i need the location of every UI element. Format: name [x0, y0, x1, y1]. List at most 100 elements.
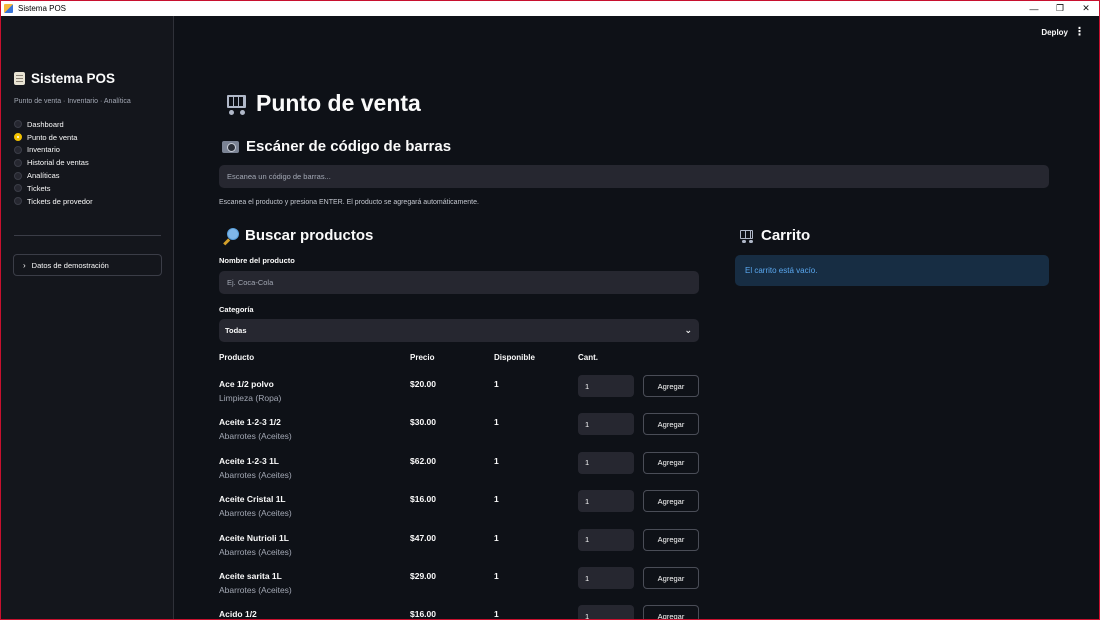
add-button[interactable]: Agregar — [643, 605, 699, 619]
nav-radio-label: Tickets de provedor — [27, 196, 93, 206]
col-header-qty: Cant. — [578, 353, 598, 362]
product-name-input[interactable]: Ej. Coca-Cola — [219, 271, 699, 294]
sidebar-title-text: Sistema POS — [31, 71, 116, 86]
quantity-input[interactable]: 1 — [578, 413, 634, 436]
nav-radio-label: Inventario — [27, 145, 60, 155]
nav-radio-label: Punto de venta — [27, 132, 78, 142]
table-row: Acido 1/2 $16.00 1 1 Agregar — [219, 605, 699, 620]
restore-icon[interactable]: ❐ — [1047, 1, 1073, 16]
app-window: Sistema POS — ❐ ✕ Sistema POS Punto de v… — [0, 0, 1100, 620]
table-row: Aceite 1-2-3 1L Abarrotes (Aceites) $62.00… — [219, 451, 699, 490]
scroll-icon — [14, 72, 25, 85]
sidebar: Sistema POS Punto de venta · Inventario … — [1, 16, 174, 619]
page-title: Punto de venta — [222, 90, 421, 117]
quantity-input[interactable]: 1 — [578, 490, 634, 513]
radio-button-icon[interactable] — [14, 133, 22, 142]
quantity-input[interactable]: 1 — [578, 528, 634, 551]
product-price: $29.00 — [410, 571, 436, 581]
table-row: Aceite 1-2-3 1/2 Abarrotes (Aceites) $30.0… — [219, 413, 699, 451]
nav-radio-punto-de-venta[interactable]: Punto de venta — [14, 131, 93, 144]
radio-button-icon[interactable] — [14, 197, 22, 206]
product-price: $16.00 — [410, 494, 436, 505]
sidebar-subtitle: Punto de venta · Inventario · Analítica — [14, 98, 131, 105]
window-title: Sistema POS — [18, 4, 67, 13]
nav-radio-label: Analíticas — [27, 171, 60, 181]
nav-radio-tickets-de-provedor[interactable]: Tickets de provedor — [14, 195, 93, 208]
table-row: Aceite Cristal 1L Abarrotes (Aceites) $16.… — [219, 490, 699, 528]
chevron-down-icon: ⌄ — [684, 325, 692, 335]
radio-button-icon[interactable] — [14, 184, 22, 193]
add-button[interactable]: Agregar — [643, 451, 699, 474]
app-icon — [4, 4, 13, 13]
demo-data-expander[interactable]: › Datos de demostración — [13, 254, 162, 276]
barcode-input[interactable]: Escanea un código de barras... — [219, 165, 1049, 188]
radio-button-icon[interactable] — [14, 145, 22, 154]
page-title-text: Punto de venta — [256, 90, 421, 116]
product-name: Ace 1/2 polvo — [219, 379, 274, 389]
nav-radio-label: Tickets — [27, 183, 51, 193]
product-available: 1 — [494, 494, 499, 505]
table-row: Aceite Nutrioli 1L Abarrotes (Aceites) $47… — [219, 528, 699, 567]
product-name: Aceite 1-2-3 1/2 — [219, 417, 281, 428]
product-price: $20.00 — [410, 379, 436, 389]
product-name: Aceite Nutrioli 1L — [219, 532, 289, 543]
cart-icon — [737, 228, 754, 244]
product-name-label: Nombre del producto — [219, 256, 295, 265]
radio-button-icon[interactable] — [14, 120, 22, 129]
cart-heading: Carrito — [737, 227, 810, 244]
product-category: Abarrotes (Aceites) — [219, 508, 292, 519]
camera-icon — [222, 140, 239, 153]
nav-radio-anal-ticas[interactable]: Analíticas — [14, 169, 93, 182]
product-category: Abarrotes (Aceites) — [219, 469, 292, 480]
add-button[interactable]: Agregar — [643, 567, 699, 589]
nav-radio-tickets[interactable]: Tickets — [14, 182, 93, 195]
product-available: 1 — [494, 609, 499, 620]
quantity-input[interactable]: 1 — [578, 567, 634, 589]
quantity-input[interactable]: 1 — [578, 451, 634, 474]
product-name: Aceite sarita 1L — [219, 571, 282, 581]
category-selected-value: Todas — [225, 326, 247, 335]
product-price: $47.00 — [410, 532, 436, 543]
product-name: Aceite 1-2-3 1L — [219, 455, 279, 466]
empty-cart-alert: El carrito está vacío. — [735, 255, 1049, 286]
add-button[interactable]: Agregar — [643, 528, 699, 551]
table-row: Aceite sarita 1L Abarrotes (Aceites) $29.0… — [219, 567, 699, 605]
sidebar-title: Sistema POS — [14, 71, 115, 86]
scanner-heading-text: Escáner de código de barras — [246, 138, 452, 155]
nav-radio-historial-de-ventas[interactable]: Historial de ventas — [14, 156, 93, 169]
search-heading: Buscar productos — [222, 227, 373, 244]
category-select[interactable]: Todas ⌄ — [219, 319, 699, 342]
deploy-button[interactable]: Deploy — [1041, 28, 1068, 37]
product-available: 1 — [494, 532, 499, 543]
close-icon[interactable]: ✕ — [1073, 1, 1099, 16]
radio-button-icon[interactable] — [14, 171, 22, 180]
radio-button-icon[interactable] — [14, 158, 22, 167]
magnifier-icon — [222, 227, 239, 244]
search-heading-text: Buscar productos — [245, 227, 374, 244]
nav-radio-label: Historial de ventas — [27, 158, 89, 168]
quantity-input[interactable]: 1 — [578, 605, 634, 619]
minimize-icon[interactable]: — — [1021, 1, 1047, 16]
quantity-input[interactable]: 1 — [578, 375, 634, 397]
table-row: Ace 1/2 polvo Limpieza (Ropa) $20.00 1 1 Agre… — [219, 375, 699, 413]
product-category: Abarrotes (Aceites) — [219, 431, 292, 442]
nav-radio-dashboard[interactable]: Dashboard — [14, 118, 93, 131]
shopping-cart-icon — [222, 92, 248, 116]
add-button[interactable]: Agregar — [643, 375, 699, 397]
add-button[interactable]: Agregar — [643, 490, 699, 513]
product-available: 1 — [494, 455, 499, 466]
chevron-right-icon: › — [23, 260, 26, 270]
window-controls: — ❐ ✕ — [1021, 1, 1099, 16]
product-price: $62.00 — [410, 455, 436, 466]
main-content: Deploy ⋮ Punto de venta Escáner de códig… — [174, 16, 1099, 620]
col-header-available: Disponible — [494, 353, 535, 362]
title-bar: Sistema POS — ❐ ✕ — [1, 1, 1099, 16]
product-category: Abarrotes (Aceites) — [219, 546, 292, 557]
col-header-price: Precio — [410, 353, 435, 362]
product-available: 1 — [494, 417, 499, 428]
nav-radio-inventario[interactable]: Inventario — [14, 144, 93, 157]
product-price: $16.00 — [410, 609, 436, 620]
kebab-menu-icon[interactable]: ⋮ — [1074, 25, 1085, 38]
product-available: 1 — [494, 571, 499, 581]
add-button[interactable]: Agregar — [643, 413, 699, 436]
